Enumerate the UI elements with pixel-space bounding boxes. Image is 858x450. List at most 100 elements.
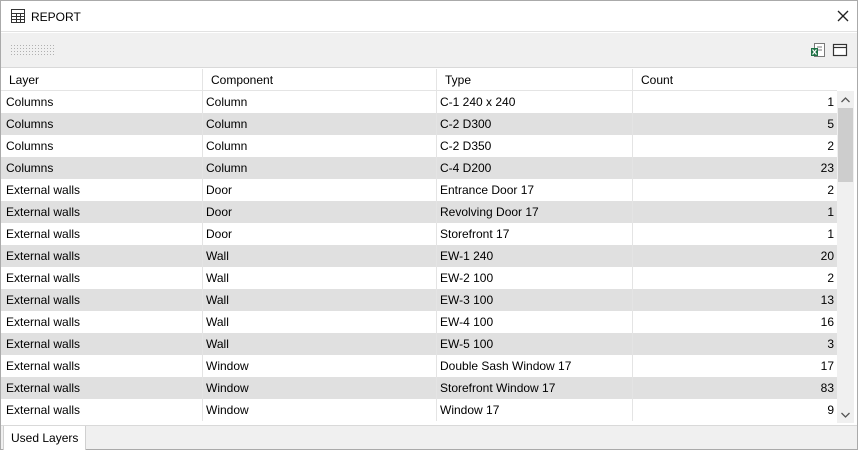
table-row[interactable]: External walls Window Storefront Window 17…	[1, 377, 837, 399]
cell-type: EW-4 100	[437, 311, 633, 333]
cell-component: Column	[203, 135, 437, 157]
cell-count: 1	[827, 205, 834, 219]
cell-layer: External walls	[1, 355, 203, 377]
cell-layer: External walls	[1, 223, 203, 245]
cell-component: Wall	[203, 267, 437, 289]
report-window: REPORT Layer Component Type Count Column…	[0, 0, 858, 450]
toolbar	[1, 33, 857, 68]
cell-component: Column	[203, 91, 437, 113]
table-row[interactable]: External walls Door Revolving Door 17 1	[1, 201, 837, 223]
cell-component: Window	[203, 399, 437, 421]
cell-component: Window	[203, 355, 437, 377]
cell-layer: External walls	[1, 399, 203, 421]
cell-component: Wall	[203, 333, 437, 355]
cell-layer: Columns	[1, 91, 203, 113]
cell-component: Wall	[203, 311, 437, 333]
cell-component: Door	[203, 179, 437, 201]
column-header-layer[interactable]: Layer	[1, 69, 203, 91]
table-row[interactable]: External walls Wall EW-5 100 3	[1, 333, 837, 355]
cell-type: Storefront 17	[437, 223, 633, 245]
vertical-scrollbar[interactable]	[837, 91, 854, 423]
cell-layer: Columns	[1, 135, 203, 157]
cell-count: 20	[820, 249, 834, 263]
table-row[interactable]: Columns Column C-2 D300 5	[1, 113, 837, 135]
chevron-up-icon	[841, 96, 850, 102]
cell-count: 9	[827, 403, 834, 417]
cell-count: 2	[827, 139, 834, 153]
bottom-tab-bar: Used Layers	[1, 425, 857, 450]
cell-type: Storefront Window 17	[437, 377, 633, 399]
cell-layer: External walls	[1, 179, 203, 201]
cell-layer: External walls	[1, 333, 203, 355]
column-header-count[interactable]: Count	[633, 69, 837, 91]
table-row[interactable]: External walls Door Entrance Door 17 2	[1, 179, 837, 201]
column-header-type[interactable]: Type	[437, 69, 633, 91]
cell-component: Wall	[203, 289, 437, 311]
cell-count: 13	[820, 293, 834, 307]
cell-layer: External walls	[1, 267, 203, 289]
cell-type: EW-2 100	[437, 267, 633, 289]
cell-layer: Columns	[1, 113, 203, 135]
cell-count: 83	[820, 381, 834, 395]
cell-type: C-4 D200	[437, 157, 633, 179]
cell-count: 3	[827, 337, 834, 351]
header-corner	[837, 69, 857, 91]
scroll-up-button[interactable]	[837, 91, 854, 108]
cell-type: Double Sash Window 17	[437, 355, 633, 377]
table-row[interactable]: Columns Column C-1 240 x 240 1	[1, 91, 837, 113]
cell-component: Column	[203, 113, 437, 135]
cell-component: Wall	[203, 245, 437, 267]
cell-type: C-2 D350	[437, 135, 633, 157]
scrollbar-thumb[interactable]	[838, 108, 853, 182]
tab-used-layers[interactable]: Used Layers	[3, 426, 87, 450]
scroll-down-button[interactable]	[837, 406, 854, 423]
cell-count: 5	[827, 117, 834, 131]
cell-count: 1	[827, 95, 834, 109]
table-row[interactable]: External walls Window Window 17 9	[1, 399, 837, 421]
table-icon	[11, 9, 25, 23]
cell-layer: External walls	[1, 377, 203, 399]
table-row[interactable]: External walls Window Double Sash Window 1…	[1, 355, 837, 377]
export-excel-icon	[811, 43, 825, 57]
toolbar-grip-icon[interactable]	[11, 45, 57, 57]
table-row[interactable]: External walls Door Storefront 17 1	[1, 223, 837, 245]
cell-type: Entrance Door 17	[437, 179, 633, 201]
window-layout-icon	[832, 43, 848, 57]
table-row[interactable]: External walls Wall EW-1 240 20	[1, 245, 837, 267]
cell-count: 2	[827, 183, 834, 197]
cell-type: EW-1 240	[437, 245, 633, 267]
close-button[interactable]	[831, 4, 855, 28]
table-row[interactable]: External walls Wall EW-4 100 16	[1, 311, 837, 333]
table-row[interactable]: External walls Wall EW-2 100 2	[1, 267, 837, 289]
cell-count: 2	[827, 271, 834, 285]
table-row[interactable]: Columns Column C-2 D350 2	[1, 135, 837, 157]
cell-count: 16	[820, 315, 834, 329]
cell-component: Column	[203, 157, 437, 179]
window-title: REPORT	[31, 10, 81, 24]
cell-type: C-2 D300	[437, 113, 633, 135]
cell-layer: External walls	[1, 245, 203, 267]
title-bar: REPORT	[1, 1, 857, 32]
cell-type: EW-3 100	[437, 289, 633, 311]
window-layout-button[interactable]	[831, 41, 849, 59]
table-row[interactable]: Columns Column C-4 D200 23	[1, 157, 837, 179]
cell-component: Door	[203, 201, 437, 223]
cell-type: EW-5 100	[437, 333, 633, 355]
chevron-down-icon	[841, 412, 850, 418]
cell-layer: External walls	[1, 311, 203, 333]
cell-type: Revolving Door 17	[437, 201, 633, 223]
table-header: Layer Component Type Count	[1, 69, 837, 91]
column-header-component[interactable]: Component	[203, 69, 437, 91]
cell-count: 17	[820, 359, 834, 373]
cell-type: Window 17	[437, 399, 633, 421]
table-row[interactable]: External walls Wall EW-3 100 13	[1, 289, 837, 311]
cell-component: Door	[203, 223, 437, 245]
close-icon	[837, 10, 849, 22]
cell-component: Window	[203, 377, 437, 399]
cell-count: 1	[827, 227, 834, 241]
export-excel-button[interactable]	[809, 41, 827, 59]
cell-count: 23	[820, 161, 834, 175]
cell-layer: External walls	[1, 289, 203, 311]
report-table: Layer Component Type Count Columns Column…	[1, 69, 857, 423]
cell-type: C-1 240 x 240	[437, 91, 633, 113]
